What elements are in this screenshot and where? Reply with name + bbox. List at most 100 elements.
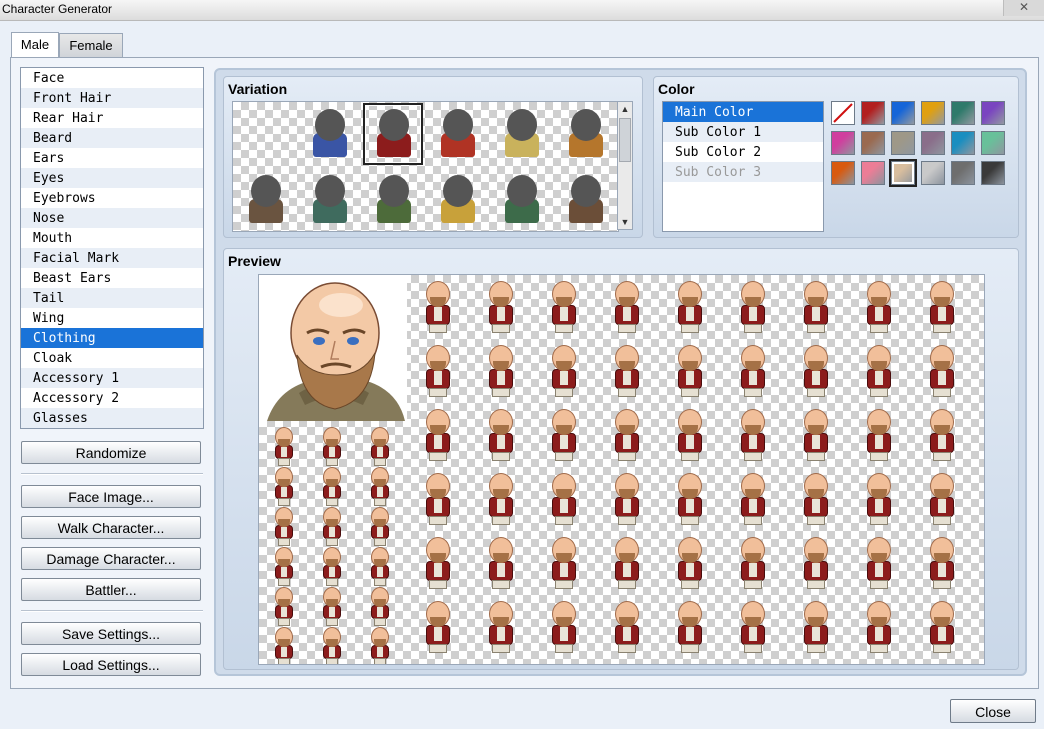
part-list-item[interactable]: Front Hair bbox=[21, 88, 203, 108]
battler-button[interactable]: Battler... bbox=[21, 578, 201, 601]
variation-item[interactable] bbox=[555, 169, 615, 231]
preview-canvas bbox=[258, 274, 985, 665]
color-swatch[interactable] bbox=[861, 161, 885, 185]
part-list-item[interactable]: Rear Hair bbox=[21, 108, 203, 128]
color-swatch[interactable] bbox=[861, 101, 885, 125]
window-close-icon[interactable]: ✕ bbox=[1003, 0, 1044, 16]
color-slot-item[interactable]: Main Color bbox=[663, 102, 823, 122]
battler-sprite bbox=[417, 343, 457, 399]
load-settings-button[interactable]: Load Settings... bbox=[21, 653, 201, 676]
damage-character-button[interactable]: Damage Character... bbox=[21, 547, 201, 570]
color-slot-list[interactable]: Main Color Sub Color 1 Sub Color 2 Sub Colo… bbox=[662, 101, 824, 232]
part-list-item[interactable]: Eyebrows bbox=[21, 188, 203, 208]
part-list-item[interactable]: Cloak bbox=[21, 348, 203, 368]
color-swatch[interactable] bbox=[921, 101, 945, 125]
close-button[interactable]: Close bbox=[950, 699, 1036, 723]
tab-male[interactable]: Male bbox=[11, 32, 59, 59]
battler-sprite bbox=[732, 279, 772, 335]
walk-character-button[interactable]: Walk Character... bbox=[21, 516, 201, 539]
color-swatch[interactable] bbox=[891, 101, 915, 125]
part-list-item[interactable]: Clothing bbox=[21, 328, 203, 348]
variation-item[interactable] bbox=[491, 169, 551, 231]
part-list-item[interactable]: Wing bbox=[21, 308, 203, 328]
variation-item[interactable] bbox=[235, 169, 295, 231]
walk-sprite bbox=[365, 585, 395, 629]
color-slot-item[interactable]: Sub Color 2 bbox=[663, 142, 823, 162]
color-slot-item[interactable]: Sub Color 1 bbox=[663, 122, 823, 142]
walk-sprite bbox=[269, 545, 299, 589]
part-list-item[interactable]: Beast Ears bbox=[21, 268, 203, 288]
battler-sprite bbox=[669, 535, 709, 591]
tab-female[interactable]: Female bbox=[59, 33, 123, 58]
color-swatch[interactable] bbox=[921, 131, 945, 155]
part-list-item[interactable]: Beard bbox=[21, 128, 203, 148]
variation-none[interactable] bbox=[235, 103, 295, 165]
variation-scrollbar[interactable]: ▲ ▼ bbox=[617, 101, 633, 230]
scroll-down-icon[interactable]: ▼ bbox=[618, 215, 632, 229]
part-list-item[interactable]: Facial Mark bbox=[21, 248, 203, 268]
battler-sprite bbox=[417, 535, 457, 591]
part-list-item[interactable]: Tail bbox=[21, 288, 203, 308]
battler-sprite bbox=[606, 535, 646, 591]
battler-sprite bbox=[669, 471, 709, 527]
separator bbox=[21, 473, 203, 475]
battler-sprite bbox=[732, 343, 772, 399]
color-swatch[interactable] bbox=[951, 101, 975, 125]
walk-sprite bbox=[317, 505, 347, 549]
scroll-up-icon[interactable]: ▲ bbox=[618, 102, 632, 116]
no-color-swatch-icon[interactable] bbox=[831, 101, 855, 125]
face-image-button[interactable]: Face Image... bbox=[21, 485, 201, 508]
color-swatch[interactable] bbox=[831, 131, 855, 155]
variation-item[interactable] bbox=[491, 103, 551, 165]
part-list-item[interactable]: Ears bbox=[21, 148, 203, 168]
variation-item[interactable] bbox=[363, 169, 423, 231]
part-list[interactable]: Face Front Hair Rear Hair Beard Ears Eyes Eyeb… bbox=[20, 67, 204, 429]
randomize-button[interactable]: Randomize bbox=[21, 441, 201, 464]
variation-item[interactable] bbox=[299, 169, 359, 231]
color-swatch[interactable] bbox=[831, 161, 855, 185]
part-list-item[interactable]: Face bbox=[21, 68, 203, 88]
part-list-item[interactable]: Accessory 2 bbox=[21, 388, 203, 408]
color-swatch[interactable] bbox=[981, 101, 1005, 125]
variation-grid[interactable] bbox=[232, 101, 619, 232]
variation-item[interactable] bbox=[427, 169, 487, 231]
battler-sprite bbox=[543, 535, 583, 591]
battler-sprite bbox=[480, 407, 520, 463]
scroll-thumb[interactable] bbox=[619, 118, 631, 162]
part-list-item[interactable]: Eyes bbox=[21, 168, 203, 188]
battler-sprite bbox=[669, 599, 709, 655]
part-list-item[interactable]: Mouth bbox=[21, 228, 203, 248]
battler-sprite bbox=[921, 279, 961, 335]
separator bbox=[21, 610, 203, 612]
color-swatch[interactable] bbox=[889, 159, 917, 187]
color-swatch[interactable] bbox=[981, 131, 1005, 155]
color-swatch[interactable] bbox=[861, 131, 885, 155]
variation-item[interactable] bbox=[363, 103, 423, 165]
walk-sprite bbox=[269, 465, 299, 509]
save-settings-button[interactable]: Save Settings... bbox=[21, 622, 201, 645]
color-swatch[interactable] bbox=[951, 161, 975, 185]
color-slot-item: Sub Color 3 bbox=[663, 162, 823, 182]
variation-item[interactable] bbox=[427, 103, 487, 165]
color-swatch[interactable] bbox=[921, 161, 945, 185]
color-swatch[interactable] bbox=[981, 161, 1005, 185]
variation-head-placeholder bbox=[507, 175, 537, 207]
walk-sprite bbox=[269, 625, 299, 664]
part-list-item[interactable]: Glasses bbox=[21, 408, 203, 428]
variation-item[interactable] bbox=[555, 103, 615, 165]
variation-item[interactable] bbox=[299, 103, 359, 165]
part-list-item[interactable]: Accessory 1 bbox=[21, 368, 203, 388]
battler-sprite bbox=[669, 343, 709, 399]
battler-sprite bbox=[795, 535, 835, 591]
part-list-item[interactable]: Nose bbox=[21, 208, 203, 228]
color-swatch[interactable] bbox=[951, 131, 975, 155]
color-swatch[interactable] bbox=[891, 131, 915, 155]
variation-head-placeholder bbox=[443, 175, 473, 207]
battler-sprite bbox=[606, 471, 646, 527]
preview-title: Preview bbox=[228, 253, 281, 269]
walk-sprite bbox=[365, 505, 395, 549]
battler-sprite bbox=[543, 279, 583, 335]
battler-sprite bbox=[417, 407, 457, 463]
battler-sprite bbox=[606, 407, 646, 463]
battler-sprite bbox=[921, 343, 961, 399]
